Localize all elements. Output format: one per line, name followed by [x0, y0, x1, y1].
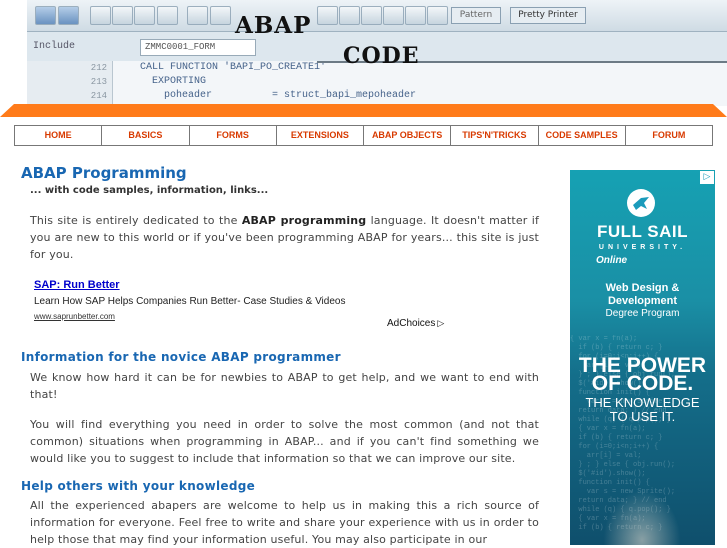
- where-used-icon: [210, 6, 231, 25]
- pattern-button: Pattern: [451, 7, 501, 24]
- adchoices-label: AdChoices: [387, 318, 436, 329]
- pretty-printer-button: Pretty Printer: [510, 7, 586, 24]
- display-object-icon: [187, 6, 208, 25]
- intro-paragraph: This site is entirely dedicated to the A…: [30, 212, 539, 263]
- ad-tagline: THE KNOWLEDGE TO USE IT.: [570, 396, 715, 424]
- ad-online: Online: [596, 255, 628, 266]
- ad-university: UNIVERSITY.: [598, 244, 687, 251]
- banner-word-code: CODE: [343, 43, 420, 69]
- replace-icon: [339, 6, 360, 25]
- adchoices-icon: ▷: [437, 318, 445, 328]
- ad-program-line-2: Development: [607, 295, 678, 307]
- nav-forms[interactable]: FORMS: [189, 126, 277, 145]
- adchoices-link[interactable]: AdChoices ▷: [387, 318, 444, 329]
- line-number: 212: [90, 63, 107, 73]
- skyscraper-ad[interactable]: { var x = fn(a); if (b) { return c; } fo…: [570, 170, 715, 545]
- delete-icon: [361, 6, 382, 25]
- banner-word-abap: ABAP: [235, 12, 312, 39]
- ad-tagline-line-2: TO USE IT.: [609, 409, 676, 424]
- orange-stripe: [0, 104, 727, 117]
- line-number: 214: [90, 91, 107, 101]
- line-number: 213: [90, 77, 107, 87]
- text-ad-description: Learn How SAP Helps Companies Run Better…: [34, 296, 346, 307]
- nav-tips-n-tricks[interactable]: TIPS'N'TRICKS: [451, 126, 539, 145]
- code-line: EXPORTING: [140, 76, 207, 87]
- intro-text-start: This site is entirely dedicated to the: [30, 214, 242, 227]
- page-subtitle: ... with code samples, information, link…: [30, 185, 269, 196]
- breakpoint-icon: [405, 6, 426, 25]
- ad-info-icon[interactable]: ▷: [700, 171, 714, 184]
- activate-icon: [112, 6, 133, 25]
- ad-tagline-line-1: THE KNOWLEDGE: [585, 395, 700, 410]
- page-title: ABAP Programming: [21, 164, 187, 182]
- back-arrow-icon: [35, 6, 56, 25]
- ad-headline: THE POWER OF CODE.: [570, 355, 715, 395]
- header-banner: Pattern Pretty Printer Include ZMMC0001_…: [27, 0, 727, 106]
- section-help-paragraph: All the experienced abapers are welcome …: [30, 499, 539, 546]
- nav-extensions[interactable]: EXTENSIONS: [276, 126, 364, 145]
- check-icon: [157, 6, 178, 25]
- nav-code-samples[interactable]: CODE SAMPLES: [538, 126, 626, 145]
- nav-forum[interactable]: FORUM: [625, 126, 712, 145]
- section-novice-heading: Information for the novice ABAP programm…: [21, 350, 341, 364]
- hierarchy-icon: [134, 6, 155, 25]
- text-ad-url[interactable]: www.saprunbetter.com: [34, 312, 115, 321]
- edit-icon: [90, 6, 111, 25]
- nav-basics[interactable]: BASICS: [102, 126, 190, 145]
- section-novice-paragraph-2: You will find everything you need in ord…: [30, 418, 539, 465]
- intro-bold-text: ABAP programming: [241, 214, 367, 227]
- undo-icon: [383, 6, 404, 25]
- ad-program: Web Design & Development: [570, 282, 715, 308]
- include-label: Include: [33, 41, 76, 52]
- help-icon: [427, 6, 448, 25]
- section-help-heading: Help others with your knowledge: [21, 479, 256, 493]
- sap-toolbar: Pattern Pretty Printer: [27, 0, 727, 32]
- ad-program-line-1: Web Design &: [605, 282, 680, 294]
- nav-home[interactable]: HOME: [15, 126, 103, 145]
- nav-abap-objects[interactable]: ABAP OBJECTS: [364, 126, 452, 145]
- full-sail-logo-icon: [627, 189, 655, 217]
- forward-arrow-icon: [58, 6, 79, 25]
- code-line: poheader = struct_bapi_mepoheader: [140, 90, 417, 101]
- ad-headline-line-2: OF CODE.: [591, 372, 694, 395]
- ad-brand: FULL SAIL: [596, 222, 689, 241]
- section-novice-paragraph-1: We know how hard it can be for newbies t…: [30, 371, 539, 401]
- ad-face-image: [570, 435, 715, 545]
- text-ad-link[interactable]: SAP: Run Better: [34, 279, 120, 291]
- main-nav: HOME BASICS FORMS EXTENSIONS ABAP OBJECT…: [14, 125, 713, 146]
- insert-icon: [317, 6, 338, 25]
- include-field: ZMMC0001_FORM: [140, 39, 256, 56]
- code-line: CALL FUNCTION 'BAPI_PO_CREATE1': [140, 62, 327, 73]
- ad-degree: Degree Program: [605, 308, 680, 319]
